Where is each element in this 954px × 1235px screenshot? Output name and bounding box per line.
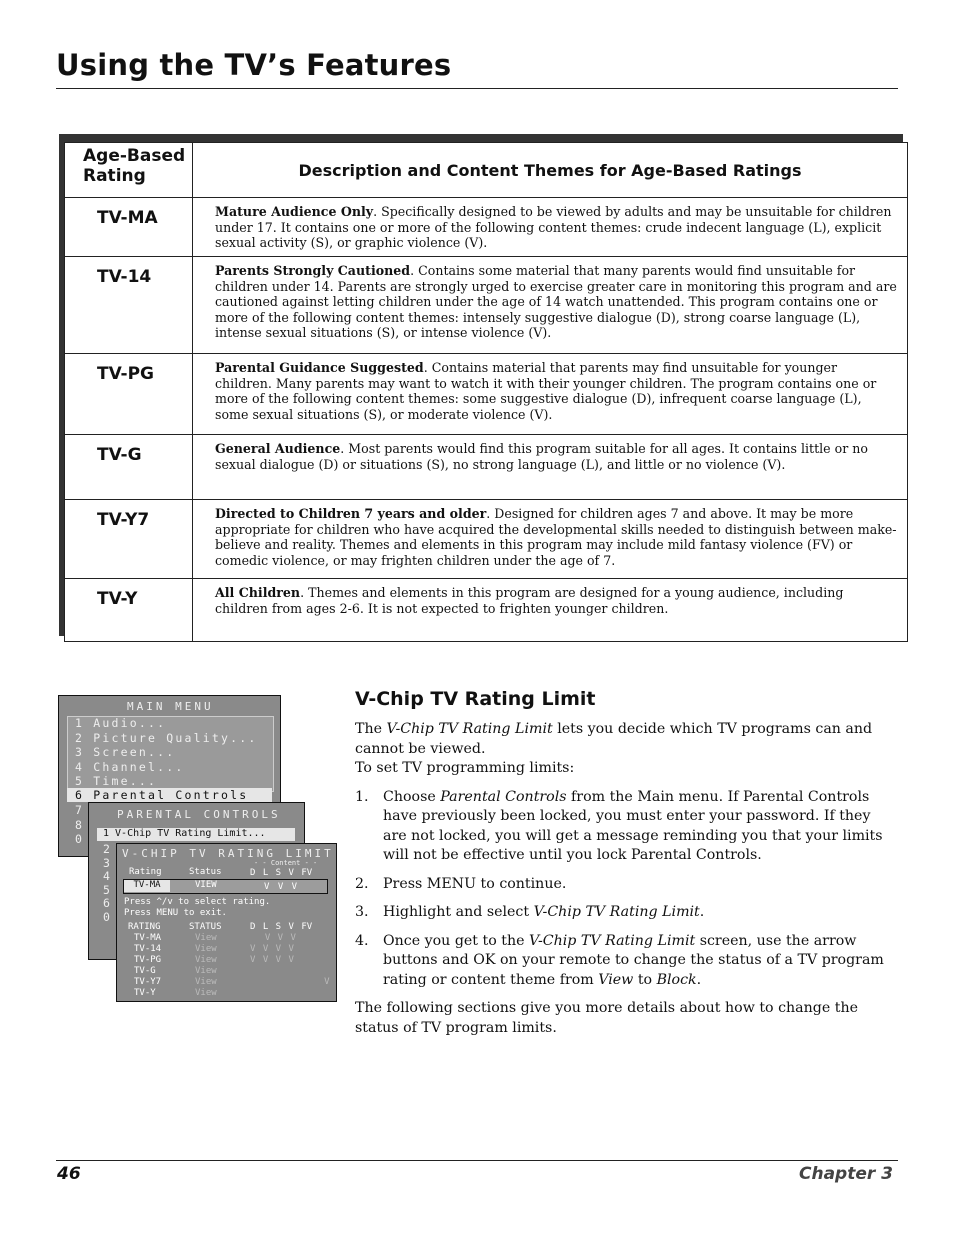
steps-list: 1. Choose Parental Controls from the Main… (355, 788, 897, 991)
description-cell: Mature Audience Only. Specifically desig… (192, 197, 908, 257)
section-title: V-Chip TV Rating Limit (355, 688, 596, 710)
table-row: TV-Y7 Directed to Children 7 years and ol… (64, 499, 908, 579)
table-row: TV-14 Parents Strongly Cautioned. Contain… (64, 256, 908, 354)
rating-cell: TV-14 (64, 256, 193, 354)
rating-cell: TV-PG (64, 353, 193, 435)
column-header-description: Description and Content Themes for Age-B… (192, 142, 908, 198)
description-cell: Parents Strongly Cautioned. Contains som… (192, 256, 908, 354)
header-rule (56, 88, 898, 89)
page-title: Using the TV’s Features (56, 48, 452, 82)
table-row: TV-MA Mature Audience Only. Specifically … (64, 197, 908, 257)
description-cell: Parental Guidance Suggested. Contains ma… (192, 353, 908, 435)
table-row: TV-PG Parental Guidance Suggested. Contai… (64, 353, 908, 435)
step-item: 1. Choose Parental Controls from the Main… (355, 788, 883, 864)
description-cell: Directed to Children 7 years and older. … (192, 499, 908, 579)
main-menu-title: MAIN MENU (127, 700, 214, 713)
step-item: 2. Press MENU to continue. (355, 875, 567, 892)
step-item: 3. Highlight and select V-Chip TV Rating … (355, 904, 705, 920)
table-row: TV-Y All Children. Themes and elements in… (64, 578, 908, 642)
footer-rule (56, 1160, 898, 1161)
menu-item-vchip-rating-limit[interactable]: 1 V-Chip TV Rating Limit... (103, 827, 266, 842)
rating-cell: TV-Y7 (64, 499, 193, 579)
main-menu-item[interactable]: 2 Picture Quality... (75, 731, 257, 746)
table-row: TV-G General Audience. Most parents would… (64, 434, 908, 500)
rating-cell: TV-G (64, 434, 193, 500)
step-item: 4. Once you get to the V-Chip TV Rating L… (355, 932, 884, 988)
description-cell: General Audience. Most parents would fin… (192, 434, 908, 500)
ratings-table: Age-Based Rating Description and Content … (64, 142, 908, 642)
main-menu-item[interactable]: 5 Time... (75, 774, 257, 789)
main-menu-item[interactable]: 3 Screen... (75, 745, 257, 760)
column-header-rating: Age-Based Rating (64, 142, 193, 198)
closing-paragraph: The following sections give you more det… (355, 1000, 859, 1036)
main-menu-item[interactable]: 4 Channel... (75, 760, 257, 775)
rating-cell: TV-Y (64, 578, 193, 642)
description-cell: All Children. Themes and elements in thi… (192, 578, 908, 642)
rating-cell: TV-MA (64, 197, 193, 257)
main-menu-item[interactable]: 1 Audio... (75, 716, 257, 731)
chapter-label: Chapter 3 (798, 1164, 893, 1184)
vchip-rating-limit-screen: V-CHIP TV RATING LIMIT - - Content - - R… (116, 843, 337, 1002)
page-number: 46 (57, 1164, 81, 1184)
selected-rating[interactable]: TV-MA (124, 880, 170, 892)
intro-paragraph: The V-Chip TV Rating Limit lets you deci… (355, 721, 873, 776)
table-header-row: Age-Based Rating Description and Content … (64, 142, 908, 198)
parental-controls-title: PARENTAL CONTROLS (117, 808, 281, 821)
main-menu-item-parental-controls[interactable]: 6 Parental Controls (75, 788, 248, 803)
manual-page: Using the TV’s Features Age-Based Rating … (0, 0, 954, 1235)
section-body: The V-Chip TV Rating Limit lets you deci… (355, 720, 897, 1047)
